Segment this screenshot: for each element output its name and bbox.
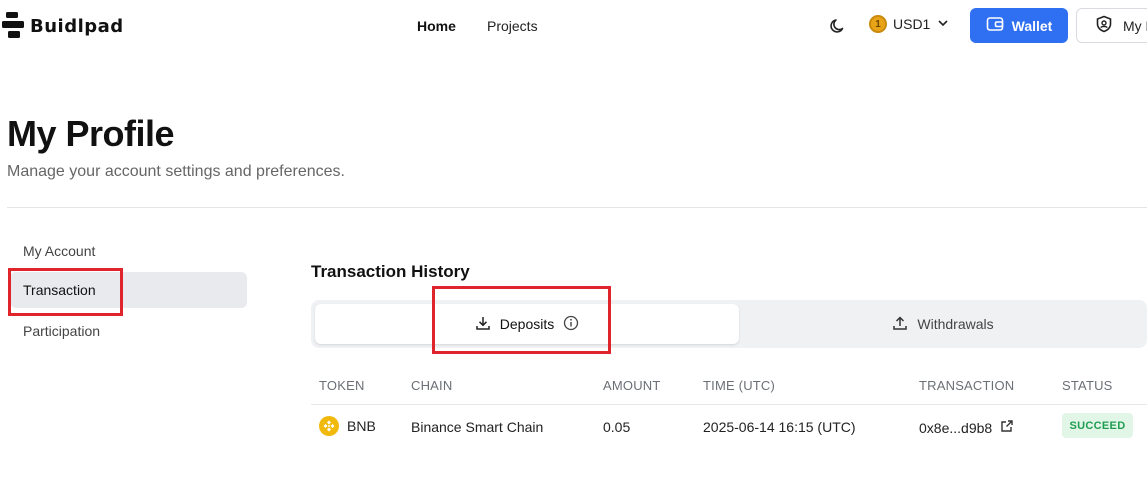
sidebar-item-my-account[interactable]: My Account [10,233,247,269]
column-header-amount: AMOUNT [603,378,661,393]
currency-selector[interactable]: 1 USD1 [869,15,950,33]
amount-cell: 0.05 [603,419,631,435]
token-cell: BNB [319,416,376,436]
usd1-coin-icon: 1 [869,15,887,33]
brand-name: Buidlpad [30,15,124,37]
column-header-token: TOKEN [319,378,365,393]
divider [7,207,1147,208]
tab-withdrawals[interactable]: Withdrawals [739,304,1147,344]
sidebar-item-participation[interactable]: Participation [10,313,247,349]
bnb-icon [319,416,339,436]
brand-logo[interactable]: Buidlpad [2,12,124,40]
profile-label: My P [1123,17,1147,34]
column-header-status: STATUS [1062,378,1113,393]
status-badge: SUCCEED [1062,413,1133,438]
upload-icon [892,315,908,334]
column-header-time: TIME (UTC) [703,378,776,393]
chain-cell: Binance Smart Chain [411,419,544,435]
wallet-icon [986,15,1004,36]
transaction-tabs: Deposits Withdrawals [311,300,1147,348]
currency-label: USD1 [893,16,931,32]
tab-deposits-label: Deposits [499,316,555,332]
shield-icon [1095,15,1113,36]
top-header: Buidlpad Home Projects 1 USD1 Wallet My [0,0,1147,52]
my-profile-button[interactable]: My P [1076,8,1147,43]
token-symbol: BNB [347,418,376,434]
section-title: Transaction History [311,262,470,281]
info-icon[interactable] [563,315,579,334]
page-subtitle: Manage your account settings and prefere… [7,163,345,180]
column-header-chain: CHAIN [411,378,453,393]
table-header-divider [311,404,1147,405]
tab-deposits[interactable]: Deposits [315,304,739,344]
tab-withdrawals-label: Withdrawals [917,316,994,332]
nav-home[interactable]: Home [417,18,456,34]
sidebar-item-transaction[interactable]: Transaction [10,272,247,308]
wallet-button[interactable]: Wallet [970,8,1068,43]
nav-projects[interactable]: Projects [487,18,538,34]
column-header-transaction: TRANSACTION [919,378,1015,393]
download-icon [475,315,491,334]
page-title: My Profile [7,113,175,154]
transaction-cell[interactable]: 0x8e...d9b8 [919,419,1014,436]
moon-icon[interactable] [828,16,848,36]
time-cell: 2025-06-14 16:15 (UTC) [703,419,856,435]
wallet-label: Wallet [1011,17,1053,34]
transaction-hash: 0x8e...d9b8 [919,419,993,436]
chevron-down-icon [936,16,950,33]
external-link-icon[interactable] [1000,419,1014,436]
logo-mark-icon [2,12,24,40]
